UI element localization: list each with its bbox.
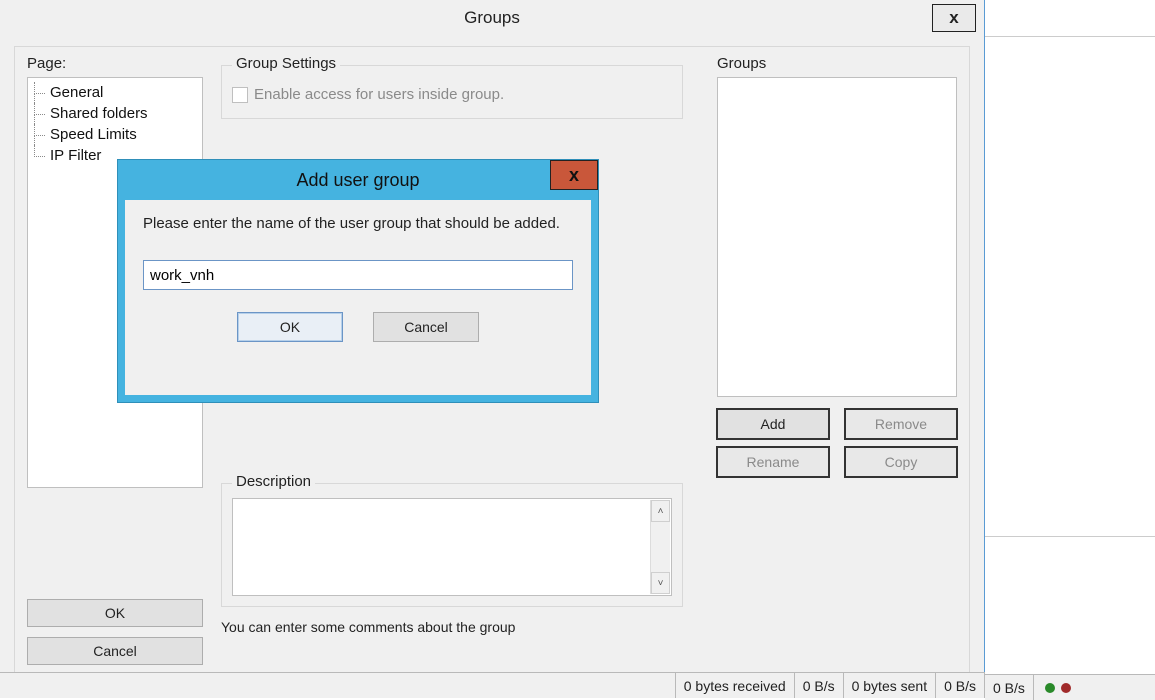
tree-item-shared-folders[interactable]: Shared folders bbox=[34, 103, 196, 124]
group-name-input[interactable] bbox=[143, 260, 573, 290]
close-icon: x bbox=[949, 8, 958, 28]
window-title: Groups bbox=[464, 8, 520, 28]
status-dot-green-icon bbox=[1045, 683, 1055, 693]
group-settings-legend: Group Settings bbox=[232, 55, 340, 72]
close-icon: x bbox=[569, 165, 579, 186]
statusbar-left: 0 bytes received 0 B/s 0 bytes sent 0 B/… bbox=[0, 672, 985, 698]
titlebar: Groups x bbox=[0, 0, 984, 36]
tree-item-speed-limits[interactable]: Speed Limits bbox=[34, 124, 196, 145]
ok-button[interactable]: OK bbox=[27, 599, 203, 627]
status-bytes-sent: 0 bytes sent bbox=[843, 673, 936, 698]
enable-access-checkbox[interactable]: Enable access for users inside group. bbox=[232, 86, 504, 103]
status-bytes-received: 0 bytes received bbox=[675, 673, 794, 698]
close-button[interactable]: x bbox=[932, 4, 976, 32]
remove-group-button[interactable]: Remove bbox=[845, 409, 957, 439]
copy-group-button[interactable]: Copy bbox=[845, 447, 957, 477]
cancel-button[interactable]: Cancel bbox=[27, 637, 203, 665]
dialog-cancel-button[interactable]: Cancel bbox=[373, 312, 479, 342]
description-fieldset: Description ˄ ˅ bbox=[221, 483, 683, 607]
dialog-body: Please enter the name of the user group … bbox=[125, 200, 591, 356]
checkbox-box-icon bbox=[232, 87, 248, 103]
description-textarea[interactable]: ˄ ˅ bbox=[232, 498, 672, 596]
status-rate-right: 0 B/s bbox=[985, 675, 1033, 700]
dialog-close-button[interactable]: x bbox=[550, 160, 598, 190]
group-settings-fieldset: Group Settings Enable access for users i… bbox=[221, 65, 683, 119]
dialog-ok-button[interactable]: OK bbox=[237, 312, 343, 342]
scrollbar[interactable]: ˄ ˅ bbox=[650, 500, 670, 594]
add-user-group-dialog: Add user group x Please enter the name o… bbox=[118, 160, 598, 402]
page-label: Page: bbox=[27, 55, 66, 72]
status-rate-sent: 0 B/s bbox=[935, 673, 984, 698]
groups-label: Groups bbox=[717, 55, 766, 72]
scroll-up-button[interactable]: ˄ bbox=[651, 500, 670, 522]
add-group-button[interactable]: Add bbox=[717, 409, 829, 439]
right-panel: 0 B/s bbox=[985, 0, 1155, 700]
scroll-down-button[interactable]: ˅ bbox=[651, 572, 670, 594]
status-rate-recv: 0 B/s bbox=[794, 673, 843, 698]
dialog-prompt: Please enter the name of the user group … bbox=[143, 214, 573, 234]
chevron-up-icon: ˄ bbox=[658, 506, 664, 517]
divider bbox=[985, 536, 1155, 537]
rename-group-button[interactable]: Rename bbox=[717, 447, 829, 477]
groups-listbox[interactable] bbox=[717, 77, 957, 397]
statusbar-right: 0 B/s bbox=[985, 674, 1155, 700]
dialog-buttons: OK Cancel bbox=[143, 312, 573, 342]
enable-access-label: Enable access for users inside group. bbox=[254, 86, 504, 103]
description-hint: You can enter some comments about the gr… bbox=[221, 619, 515, 635]
chevron-down-icon: ˅ bbox=[658, 578, 664, 589]
dialog-title: Add user group bbox=[296, 170, 419, 191]
tree-item-general[interactable]: General bbox=[34, 82, 196, 103]
status-indicators bbox=[1033, 675, 1082, 700]
status-dot-red-icon bbox=[1061, 683, 1071, 693]
description-legend: Description bbox=[232, 473, 315, 490]
dialog-titlebar: Add user group x bbox=[118, 160, 598, 200]
divider bbox=[985, 36, 1155, 37]
